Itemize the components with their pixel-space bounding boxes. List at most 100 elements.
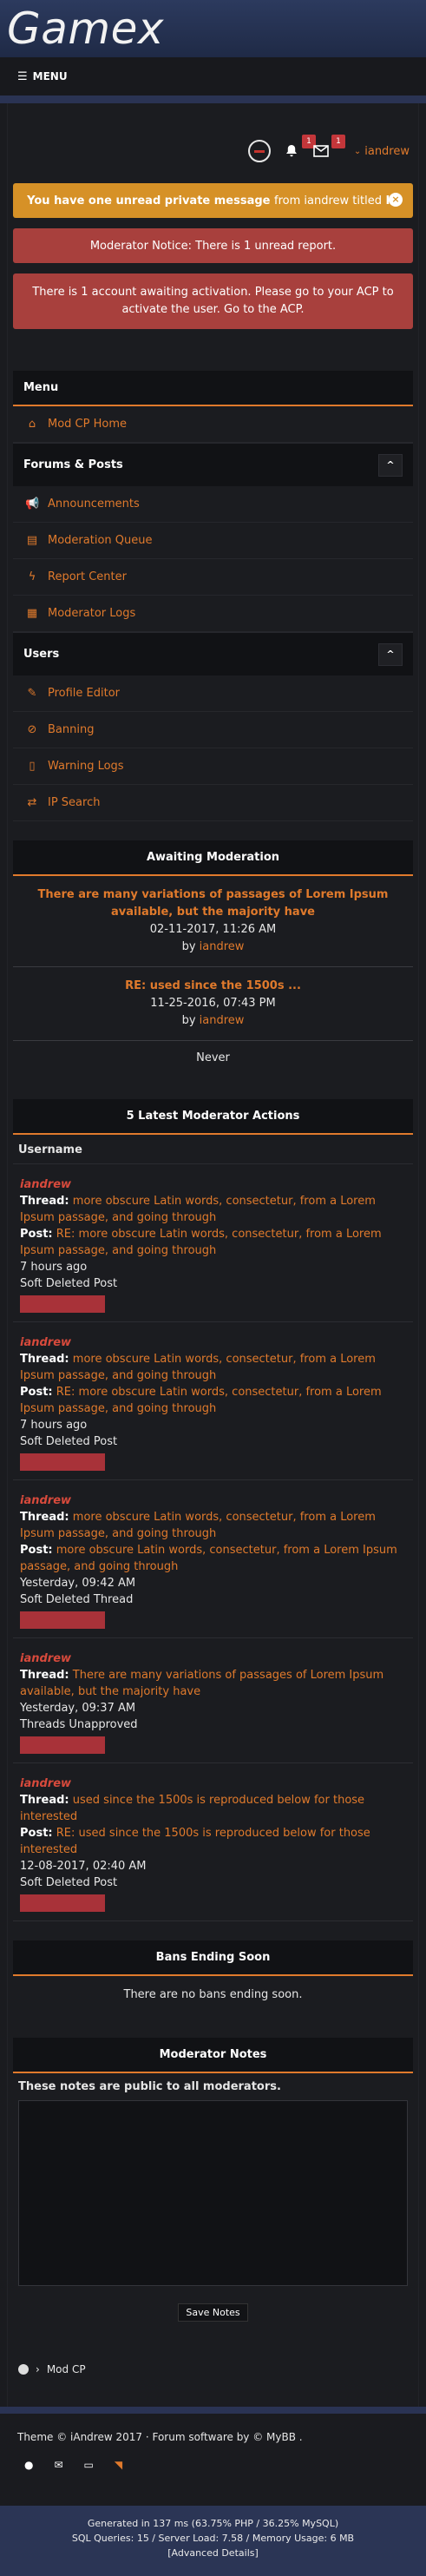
- action-post-link[interactable]: RE: more obscure Latin words, consectetu…: [20, 1228, 382, 1257]
- email-icon[interactable]: ✉: [54, 2459, 62, 2471]
- save-notes-button[interactable]: Save Notes: [178, 2303, 248, 2322]
- globe-icon: [18, 2364, 29, 2375]
- menu-link-banning[interactable]: Banning: [48, 723, 94, 736]
- stats-generated: Generated in 137 ms (63.75% PHP / 36.25%…: [87, 2518, 339, 2529]
- action-user[interactable]: iandrew: [20, 1650, 406, 1667]
- moderator-notes-textarea[interactable]: [18, 2100, 408, 2286]
- action-thread-link[interactable]: more obscure Latin words, consectetur, f…: [20, 1511, 376, 1540]
- chevron-up-icon[interactable]: ^: [378, 453, 403, 477]
- menu-item-moderator-logs[interactable]: ▦ Moderator Logs: [13, 596, 413, 632]
- action-user[interactable]: iandrew: [20, 1492, 406, 1509]
- menu-link-profile-editor[interactable]: Profile Editor: [48, 687, 120, 700]
- bans-title: Bans Ending Soon: [13, 1940, 413, 1976]
- post-label: Post:: [20, 1386, 53, 1399]
- notifications-button[interactable]: 1: [283, 135, 316, 160]
- awaiting-item-user[interactable]: iandrew: [200, 1014, 245, 1027]
- bans-panel: Bans Ending Soon There are no bans endin…: [13, 1940, 413, 2019]
- save-notes-wrap: Save Notes: [18, 2289, 408, 2332]
- moderator-notice-alert[interactable]: Moderator Notice: There is 1 unread repo…: [13, 228, 413, 263]
- offline-status-icon[interactable]: [247, 140, 271, 162]
- menu-item-banning[interactable]: ⊘ Banning: [13, 712, 413, 748]
- menu-item-ip-search[interactable]: ⇄ IP Search: [13, 785, 413, 821]
- latest-actions-title: 5 Latest Moderator Actions: [13, 1099, 413, 1135]
- action-user[interactable]: iandrew: [20, 1334, 406, 1351]
- action-post-link[interactable]: RE: used since the 1500s is reproduced b…: [20, 1827, 370, 1856]
- action-user[interactable]: iandrew: [20, 1776, 406, 1792]
- edit-icon: ✎: [27, 687, 37, 700]
- rss-icon[interactable]: ◥: [115, 2459, 122, 2471]
- menu-link-moderation-queue[interactable]: Moderation Queue: [48, 534, 152, 547]
- hamburger-icon: ☰: [17, 69, 28, 83]
- menu-link-warning-logs[interactable]: Warning Logs: [48, 760, 124, 773]
- awaiting-item-title[interactable]: RE: used since the 1500s ...: [25, 978, 401, 995]
- menu-item-report-center[interactable]: ϟ Report Center: [13, 559, 413, 596]
- thread-label: Thread:: [20, 1353, 69, 1366]
- awaiting-item: There are many variations of passages of…: [13, 876, 413, 967]
- chevron-up-icon[interactable]: ^: [378, 642, 403, 666]
- awaiting-moderation-panel: Awaiting Moderation There are many varia…: [13, 840, 413, 1080]
- action-post-link[interactable]: more obscure Latin words, consectetur, f…: [20, 1544, 397, 1573]
- inbox-icon[interactable]: ▭: [84, 2459, 94, 2471]
- action-thread-link[interactable]: more obscure Latin words, consectetur, f…: [20, 1195, 376, 1224]
- menu-item-moderation-queue[interactable]: ▤ Moderation Queue: [13, 523, 413, 559]
- user-dropdown[interactable]: ⌄ iandrew: [354, 145, 410, 158]
- menu-link-report-center[interactable]: Report Center: [48, 570, 127, 583]
- pm-alert-from[interactable]: from iandrew titled: [274, 194, 382, 208]
- stats-queries: SQL Queries: 15 / Server Load: 7.58 / Me…: [71, 2533, 355, 2544]
- action-ip-bar: [20, 1894, 105, 1912]
- site-logo[interactable]: Gamex: [7, 3, 419, 54]
- stats-advanced-link[interactable]: [Advanced Details]: [9, 2546, 417, 2560]
- menu-label: MENU: [32, 70, 68, 82]
- action-thread-link[interactable]: used since the 1500s is reproduced below…: [20, 1794, 364, 1823]
- action-user[interactable]: iandrew: [20, 1176, 406, 1193]
- action-thread-link[interactable]: more obscure Latin words, consectetur, f…: [20, 1353, 376, 1382]
- private-messages-button[interactable]: 1: [312, 135, 345, 160]
- action-ip-bar: [20, 1736, 105, 1754]
- footer: Theme © iAndrew 2017 · Forum software by…: [0, 2414, 426, 2488]
- site-header: Gamex: [0, 0, 426, 57]
- menu-title: Menu: [13, 371, 413, 406]
- modcp-menu: Menu ⌂ Mod CP Home Forums & Posts ^ 📢 An…: [13, 371, 413, 821]
- acp-activation-alert[interactable]: There is 1 account awaiting activation. …: [13, 273, 413, 329]
- action-type: Soft Deleted Post: [20, 1435, 118, 1448]
- footer-links: ● ✉ ▭ ◥: [17, 2443, 409, 2476]
- close-icon[interactable]: ×: [389, 193, 403, 207]
- bans-empty-text: There are no bans ending soon.: [123, 1988, 303, 2001]
- menu-item-modcp-home[interactable]: ⌂ Mod CP Home: [13, 406, 413, 443]
- menu-link-modcp-home[interactable]: Mod CP Home: [48, 418, 127, 431]
- action-time: Yesterday, 09:37 AM: [20, 1702, 136, 1715]
- action-thread-link[interactable]: There are many variations of passages of…: [20, 1669, 383, 1698]
- footer-software-credit[interactable]: Forum software by © MyBB .: [152, 2431, 302, 2443]
- moderator-notice-text: Moderator Notice: There is 1 unread repo…: [89, 239, 337, 253]
- debug-stats: Generated in 137 ms (63.75% PHP / 36.25%…: [0, 2506, 426, 2576]
- thread-label: Thread:: [20, 1669, 69, 1682]
- thread-label: Thread:: [20, 1195, 69, 1208]
- pm-count-badge: 1: [331, 135, 345, 148]
- menu-item-warning-logs[interactable]: ▯ Warning Logs: [13, 748, 413, 785]
- bell-icon: [285, 145, 297, 157]
- awaiting-item-title[interactable]: There are many variations of passages of…: [25, 886, 401, 921]
- queue-icon: ▤: [26, 534, 38, 547]
- menu-link-announcements[interactable]: Announcements: [48, 497, 140, 511]
- home-icon: ⌂: [28, 418, 36, 431]
- thread-label: Thread:: [20, 1511, 69, 1524]
- action-row: iandrew Thread: There are many variation…: [13, 1638, 413, 1763]
- action-type: Soft Deleted Post: [20, 1876, 118, 1889]
- moderator-notes-panel: Moderator Notes These notes are public t…: [13, 2038, 413, 2339]
- menu-link-ip-search[interactable]: IP Search: [48, 796, 100, 809]
- menu-toggle[interactable]: ☰ MENU: [0, 57, 426, 96]
- pm-alert: You have one unread private message from…: [13, 183, 413, 218]
- action-type: Threads Unapproved: [20, 1718, 138, 1731]
- action-post-link[interactable]: RE: more obscure Latin words, consectetu…: [20, 1386, 382, 1415]
- menu-link-moderator-logs[interactable]: Moderator Logs: [48, 607, 135, 620]
- action-time: 7 hours ago: [20, 1419, 88, 1432]
- menu-item-announcements[interactable]: 📢 Announcements: [13, 486, 413, 523]
- breadcrumb: › Mod CP: [13, 2358, 413, 2389]
- menu-item-profile-editor[interactable]: ✎ Profile Editor: [13, 675, 413, 712]
- awaiting-item-user[interactable]: iandrew: [200, 940, 245, 953]
- user-icon[interactable]: ●: [24, 2459, 33, 2471]
- action-type: Soft Deleted Thread: [20, 1593, 134, 1606]
- chevron-right-icon: ›: [36, 2363, 40, 2375]
- breadcrumb-modcp[interactable]: Mod CP: [47, 2363, 86, 2375]
- action-ip-bar: [20, 1611, 105, 1629]
